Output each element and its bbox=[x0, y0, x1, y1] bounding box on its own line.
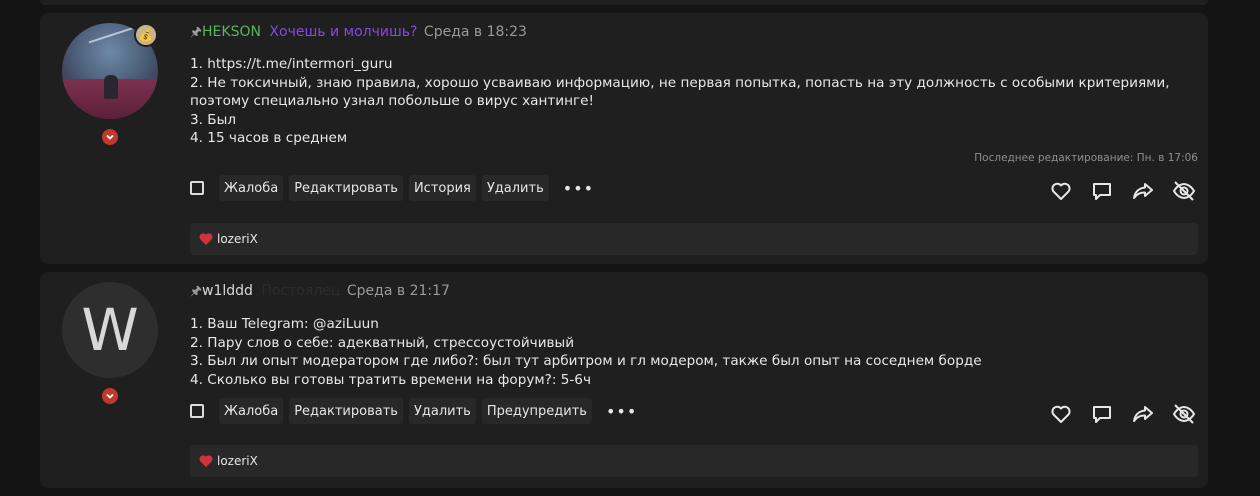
select-checkbox[interactable] bbox=[190, 181, 204, 195]
post-date[interactable]: Среда в 21:17 bbox=[347, 283, 450, 299]
post-line: 4. Сколько вы готовы тратить времени на … bbox=[190, 371, 591, 388]
post-line: 4. 15 часов в среднем bbox=[190, 130, 348, 146]
warn-button[interactable]: Предупредить bbox=[481, 398, 592, 424]
delete-button[interactable]: Удалить bbox=[408, 398, 476, 424]
avatar[interactable]: W bbox=[62, 282, 158, 378]
reaction-bar bbox=[1032, 402, 1196, 426]
expand-user-icon[interactable] bbox=[102, 129, 118, 145]
hide-eye-icon[interactable] bbox=[1172, 179, 1196, 203]
post-date[interactable]: Среда в 18:23 bbox=[424, 24, 527, 40]
edit-button[interactable]: Редактировать bbox=[289, 398, 403, 424]
username[interactable]: w1lddd bbox=[202, 283, 253, 299]
pin-icon: 🖈 bbox=[190, 25, 203, 40]
post-line-link[interactable]: 1. https://t.me/intermori_guru bbox=[190, 55, 1200, 74]
post-line: 2. Не токсичный, знаю правила, хорошо ус… bbox=[190, 74, 1174, 110]
money-bag-icon: 💰 bbox=[134, 23, 158, 47]
pin-icon: 🖈 bbox=[190, 284, 203, 299]
heart-icon bbox=[199, 233, 213, 245]
user-title: Постоялец bbox=[261, 283, 341, 299]
delete-button[interactable]: Удалить bbox=[481, 175, 549, 201]
post-line: 3. Был bbox=[190, 111, 237, 128]
liked-by-user[interactable]: lozeriX bbox=[217, 454, 258, 468]
like-heart-icon[interactable] bbox=[1049, 179, 1073, 203]
forum-post: W 🖈w1lddd Постоялец Среда в 21:17 1. Ваш… bbox=[40, 272, 1208, 488]
forum-post: 💰 🖈HEKSON Хочешь и молчишь? Среда в 18:2… bbox=[40, 13, 1208, 264]
likes-bar: lozeriX bbox=[190, 223, 1198, 255]
more-options-icon[interactable]: ••• bbox=[563, 179, 594, 198]
post-line: 2. Пару слов о себе: адекватный, стрессо… bbox=[190, 334, 575, 351]
post-line: 1. Ваш Telegram: @aziLuun bbox=[190, 316, 379, 332]
heart-icon bbox=[199, 455, 213, 467]
post-actions: Жалоба Редактировать Удалить Предупредит… bbox=[190, 398, 637, 424]
edit-button[interactable]: Редактировать bbox=[289, 175, 403, 201]
post-header: 🖈w1lddd Постоялец Среда в 21:17 bbox=[190, 282, 450, 304]
post-actions: Жалоба Редактировать История Удалить ••• bbox=[190, 175, 594, 201]
report-button[interactable]: Жалоба bbox=[219, 398, 284, 424]
report-button[interactable]: Жалоба bbox=[219, 175, 284, 201]
post-header: 🖈HEKSON Хочешь и молчишь? Среда в 18:23 bbox=[190, 23, 527, 45]
like-heart-icon[interactable] bbox=[1049, 402, 1073, 426]
share-icon[interactable] bbox=[1131, 402, 1155, 426]
reply-comment-icon[interactable] bbox=[1090, 402, 1114, 426]
share-icon[interactable] bbox=[1131, 179, 1155, 203]
user-title: Хочешь и молчишь? bbox=[269, 24, 418, 40]
likes-bar: lozeriX bbox=[190, 445, 1198, 477]
expand-user-icon[interactable] bbox=[102, 388, 118, 404]
liked-by-user[interactable]: lozeriX bbox=[217, 232, 258, 246]
username[interactable]: HEKSON bbox=[202, 24, 261, 40]
history-button[interactable]: История bbox=[408, 175, 476, 201]
select-checkbox[interactable] bbox=[190, 404, 204, 418]
reaction-bar bbox=[1032, 179, 1196, 203]
post-body: 1. Ваш Telegram: @aziLuun 2. Пару слов о… bbox=[190, 315, 1200, 389]
avatar-figure bbox=[104, 75, 118, 99]
post-line: 3. Был ли опыт модератором где либо?: бы… bbox=[190, 353, 982, 369]
previous-post-edge bbox=[40, 0, 1208, 5]
hide-eye-icon[interactable] bbox=[1172, 402, 1196, 426]
edited-note: Последнее редактирование: Пн. в 17:06 bbox=[974, 152, 1198, 164]
post-body: 1. https://t.me/intermori_guru 2. Не ток… bbox=[190, 55, 1200, 148]
reply-comment-icon[interactable] bbox=[1090, 179, 1114, 203]
more-options-icon[interactable]: ••• bbox=[606, 402, 637, 421]
